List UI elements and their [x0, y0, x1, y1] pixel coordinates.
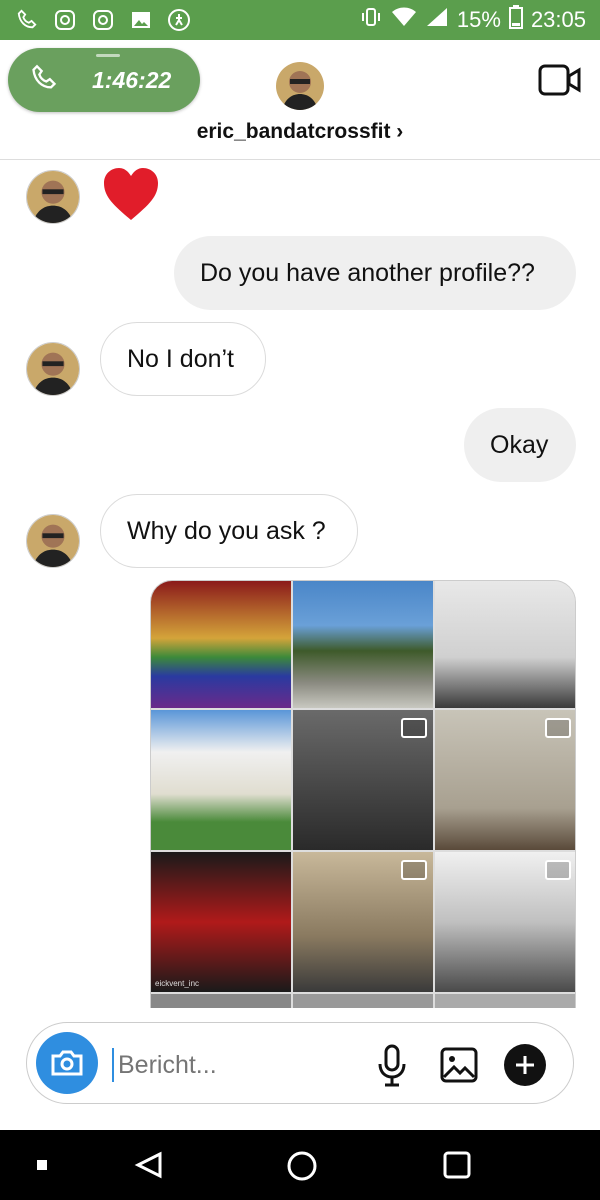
add-button[interactable] [504, 1044, 546, 1086]
avatar[interactable] [276, 62, 324, 110]
chat-header: 1:46:22 eric_bandatcrossfit › [0, 40, 600, 160]
watermark-text: eickvent_inc [155, 979, 200, 988]
grid-photo[interactable] [293, 581, 433, 708]
heart-reaction-icon [102, 166, 160, 222]
message-bubble-in[interactable]: Why do you ask ? [100, 494, 358, 568]
message-text: No I don’t [127, 344, 235, 373]
message-text: Do you have another profile?? [200, 258, 535, 287]
message-composer [0, 1008, 600, 1130]
plus-icon [516, 1056, 534, 1074]
shared-profile-grid[interactable]: eickvent_inc [150, 580, 576, 1010]
battery-icon [508, 5, 523, 35]
video-call-button[interactable] [538, 62, 582, 98]
drag-handle[interactable] [96, 54, 120, 57]
video-icon [545, 860, 571, 880]
camera-button[interactable] [36, 1032, 98, 1094]
message-input[interactable] [112, 1048, 332, 1082]
clock: 23:05 [530, 7, 586, 32]
grid-photo[interactable]: eickvent_inc [151, 852, 291, 992]
call-duration: 1:46:22 [92, 66, 172, 93]
instagram-icon [90, 7, 116, 33]
signal-icon [425, 6, 449, 34]
message-bubble-in[interactable]: No I don’t [100, 322, 266, 396]
video-icon [401, 718, 427, 738]
message-bubble-out[interactable]: Do you have another profile?? [174, 236, 576, 310]
message-bubble-out[interactable]: Okay [464, 408, 576, 482]
grid-photo[interactable] [151, 581, 291, 708]
ongoing-call-pill[interactable]: 1:46:22 [8, 48, 200, 112]
username-title[interactable]: eric_bandatcrossfit › [0, 120, 600, 144]
grid-video[interactable] [435, 710, 575, 850]
message-text: Why do you ask ? [127, 516, 326, 545]
wifi-icon [391, 6, 417, 34]
walk-icon [166, 7, 192, 33]
phone-icon [30, 64, 58, 97]
grid-photo[interactable] [151, 710, 291, 850]
avatar[interactable] [26, 514, 80, 568]
video-icon [401, 860, 427, 880]
gallery-icon [440, 1047, 478, 1083]
avatar[interactable] [26, 342, 80, 396]
instagram-icon [52, 7, 78, 33]
video-camera-icon [538, 64, 581, 96]
gallery-button[interactable] [440, 1046, 478, 1084]
camera-icon [51, 1050, 83, 1076]
battery-text: 15% [456, 7, 501, 32]
grid-video[interactable] [435, 852, 575, 992]
home-icon[interactable] [286, 1150, 318, 1182]
video-icon [545, 718, 571, 738]
vibrate-icon [359, 5, 383, 35]
avatar[interactable] [26, 170, 80, 224]
back-icon[interactable] [134, 1150, 164, 1180]
microphone-button[interactable] [376, 1044, 408, 1088]
image-icon [128, 7, 154, 33]
grid-video[interactable] [293, 710, 433, 850]
recents-icon[interactable] [442, 1150, 472, 1180]
nav-indicator-icon [37, 1160, 47, 1170]
microphone-icon [378, 1044, 406, 1087]
grid-video[interactable] [293, 852, 433, 992]
status-bar: 15% 23:05 [0, 0, 600, 40]
message-text: Okay [490, 430, 549, 459]
phone-icon [14, 7, 40, 33]
grid-photo[interactable] [435, 581, 575, 708]
system-nav-bar [0, 1130, 600, 1200]
